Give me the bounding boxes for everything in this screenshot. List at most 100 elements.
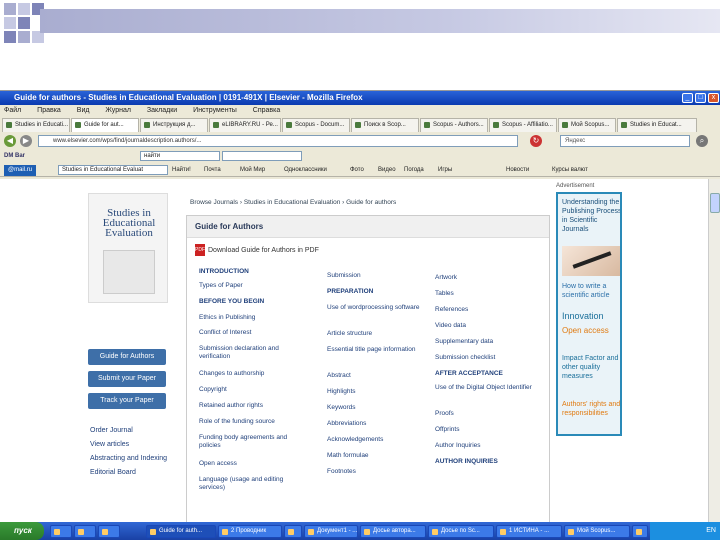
guide-link[interactable]: Abstract (327, 372, 427, 380)
guide-link[interactable]: Changes to authorship (199, 370, 315, 378)
tab-1[interactable]: Studies in Educati... (2, 118, 70, 132)
tab-4[interactable]: eLIBRARY.RU - Ре... (209, 118, 281, 132)
view-articles-link[interactable]: View articles (90, 441, 129, 448)
navigation-bar: ◀ ▶ www.elsevier.com/wps/find/journaldes… (0, 134, 720, 148)
menu-tools[interactable]: Инструменты (193, 107, 237, 114)
guide-link[interactable]: Funding body agreements and policies (199, 434, 305, 450)
tab-5[interactable]: Scopus - Docum... (282, 118, 350, 132)
guide-link[interactable]: Types of Paper (199, 282, 319, 290)
breadcrumb[interactable]: Browse Journals › Studies in Educational… (190, 199, 396, 206)
tab-8[interactable]: Scopus - Affiliatio... (489, 118, 557, 132)
taskbar-item[interactable]: 1 ИСТИНА - ... (496, 525, 562, 538)
abstracting-link[interactable]: Abstracting and Indexing (90, 455, 167, 462)
bm-currency[interactable]: Курсы валют (552, 164, 588, 177)
taskbar-item-firefox[interactable]: Guide for auth... (146, 525, 216, 538)
guide-link[interactable]: Ethics in Publishing (199, 314, 315, 322)
guide-link[interactable]: Proofs (435, 410, 545, 418)
guide-link[interactable]: Artwork (435, 274, 545, 282)
tab-2-active[interactable]: Guide for aut... (71, 118, 139, 132)
guide-link[interactable]: Use of the Digital Object Identifier (435, 384, 545, 392)
scroll-thumb[interactable] (710, 193, 720, 213)
guide-link[interactable]: Offprints (435, 426, 545, 434)
guide-link[interactable]: Copyright (199, 386, 315, 394)
menu-edit[interactable]: Правка (37, 107, 61, 114)
menu-history[interactable]: Журнал (105, 107, 131, 114)
guide-link[interactable]: Open access (199, 460, 315, 468)
guide-link[interactable]: Submission checklist (435, 354, 545, 362)
taskbar-quicklaunch[interactable] (74, 525, 96, 538)
toolbar-search-field[interactable]: найти (140, 151, 220, 161)
track-paper-button[interactable]: Track your Paper (88, 393, 166, 409)
guide-link[interactable]: Language (usage and editing services) (199, 476, 305, 492)
guide-link[interactable]: Supplementary data (435, 338, 545, 346)
guide-link[interactable]: Author Inquiries (435, 442, 545, 450)
search-icon[interactable]: ⌕ (696, 135, 708, 147)
guide-link[interactable]: Tables (435, 290, 545, 298)
tab-7[interactable]: Scopus - Authors... (420, 118, 488, 132)
bm-mail[interactable]: Почта (204, 164, 221, 177)
toolbar-field-2[interactable] (222, 151, 302, 161)
guide-link[interactable]: Role of the funding source (199, 418, 315, 426)
guide-link[interactable]: Video data (435, 322, 545, 330)
taskbar: пуск Guide for auth... 2 Проводник Докум… (0, 522, 720, 540)
tab-3[interactable]: Инструкция д... (140, 118, 208, 132)
bm-games[interactable]: Игры (438, 164, 452, 177)
maximize-button[interactable]: □ (695, 93, 706, 103)
forward-icon[interactable]: ▶ (20, 135, 32, 147)
guide-link[interactable]: Use of wordprocessing software (327, 304, 427, 312)
guide-link[interactable]: Keywords (327, 404, 427, 412)
mailru-search-field[interactable]: Studies in Educational Evaluat (58, 165, 168, 175)
taskbar-item[interactable] (632, 525, 648, 538)
guide-link[interactable]: Abbreviations (327, 420, 427, 428)
minimize-button[interactable]: _ (682, 93, 693, 103)
menu-bookmarks[interactable]: Закладки (147, 107, 177, 114)
bm-photo[interactable]: Фото (350, 164, 364, 177)
tab-6[interactable]: Поиск в Scop... (351, 118, 419, 132)
taskbar-quicklaunch[interactable] (50, 525, 72, 538)
menu-help[interactable]: Справка (253, 107, 280, 114)
editorial-board-link[interactable]: Editorial Board (90, 469, 136, 476)
taskbar-item-word[interactable]: Документ1 - ... (304, 525, 358, 538)
taskbar-quicklaunch[interactable] (98, 525, 120, 538)
guide-link[interactable]: Math formulae (327, 452, 427, 460)
vertical-scrollbar[interactable] (708, 179, 720, 523)
menu-view[interactable]: Вид (77, 107, 90, 114)
start-button[interactable]: пуск (0, 522, 44, 540)
bm-news[interactable]: Новости (506, 164, 529, 177)
guide-panel: Guide for Authors PDF Download Guide for … (186, 215, 550, 523)
bm-weather[interactable]: Погода (404, 164, 424, 177)
submit-paper-button[interactable]: Submit your Paper (88, 371, 166, 387)
reload-icon[interactable]: ↻ (530, 135, 542, 147)
tab-9[interactable]: Мой Scopus... (558, 118, 616, 132)
taskbar-item[interactable]: Досье по Sc... (428, 525, 494, 538)
guide-for-authors-button[interactable]: Guide for Authors (88, 349, 166, 365)
guide-link[interactable]: Article structure (327, 330, 427, 338)
menu-file[interactable]: Файл (4, 107, 21, 114)
guide-link[interactable]: Highlights (327, 388, 427, 396)
back-icon[interactable]: ◀ (4, 135, 16, 147)
guide-link[interactable]: Retained author rights (199, 402, 315, 410)
guide-link[interactable]: Acknowledgements (327, 436, 427, 444)
guide-link[interactable]: Submission declaration and verification (199, 345, 299, 361)
taskbar-item[interactable] (284, 525, 302, 538)
search-input[interactable]: Яндекс (560, 135, 690, 147)
guide-link[interactable]: Conflict of Interest (199, 329, 315, 337)
taskbar-item[interactable]: Досье автора... (360, 525, 426, 538)
guide-link[interactable]: Essential title page information (327, 346, 427, 354)
tab-10[interactable]: Studies in Educat... (617, 118, 697, 132)
guide-link[interactable]: Footnotes (327, 468, 427, 476)
guide-link[interactable]: References (435, 306, 545, 314)
bm-mymir[interactable]: Мой Мир (240, 164, 265, 177)
publishing-banner-ad[interactable]: Understanding the Publishing Process in … (556, 192, 622, 436)
system-tray[interactable]: EN (650, 522, 720, 540)
guide-link[interactable]: Submission (327, 272, 427, 280)
mailru-find-button[interactable]: Найти! (172, 164, 191, 177)
address-bar[interactable]: www.elsevier.com/wps/find/journaldescrip… (38, 135, 518, 147)
order-journal-link[interactable]: Order Journal (90, 427, 133, 434)
bm-ok[interactable]: Одноклассники (284, 164, 327, 177)
taskbar-item-explorer[interactable]: 2 Проводник (218, 525, 282, 538)
close-button[interactable]: x (708, 93, 719, 103)
pdf-download-link[interactable]: PDF Download Guide for Authors in PDF (195, 244, 319, 256)
taskbar-item[interactable]: Мой Scopus... (564, 525, 630, 538)
bm-video[interactable]: Видео (378, 164, 396, 177)
